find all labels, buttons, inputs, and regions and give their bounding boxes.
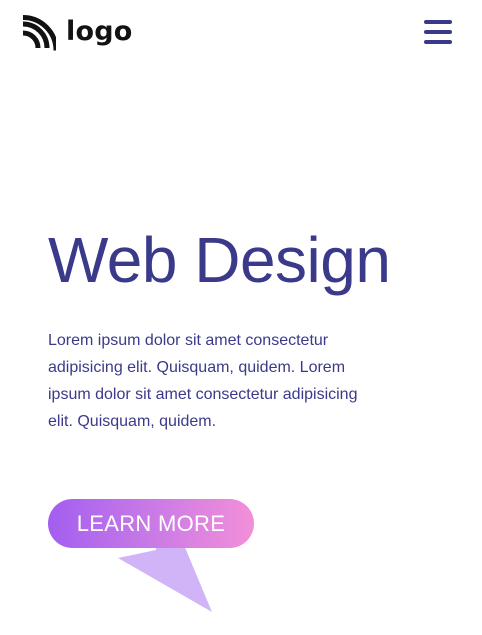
menu-bar-middle [424,30,452,34]
page: logo Web Design Lorem ipsum dolor sit am… [0,0,482,635]
hamburger-menu-icon[interactable] [424,18,452,46]
learn-more-button[interactable]: LEARN MORE [48,499,254,548]
menu-bar-top [424,20,452,24]
hero-description: Lorem ipsum dolor sit amet consectetur a… [48,332,358,430]
menu-bar-bottom [424,40,452,44]
logo-text: logo [66,15,133,47]
hero-title: Web Design [48,224,391,296]
feed-arcs-icon [22,15,56,51]
logo-link[interactable]: logo [20,15,132,51]
site-header: logo [0,0,482,70]
